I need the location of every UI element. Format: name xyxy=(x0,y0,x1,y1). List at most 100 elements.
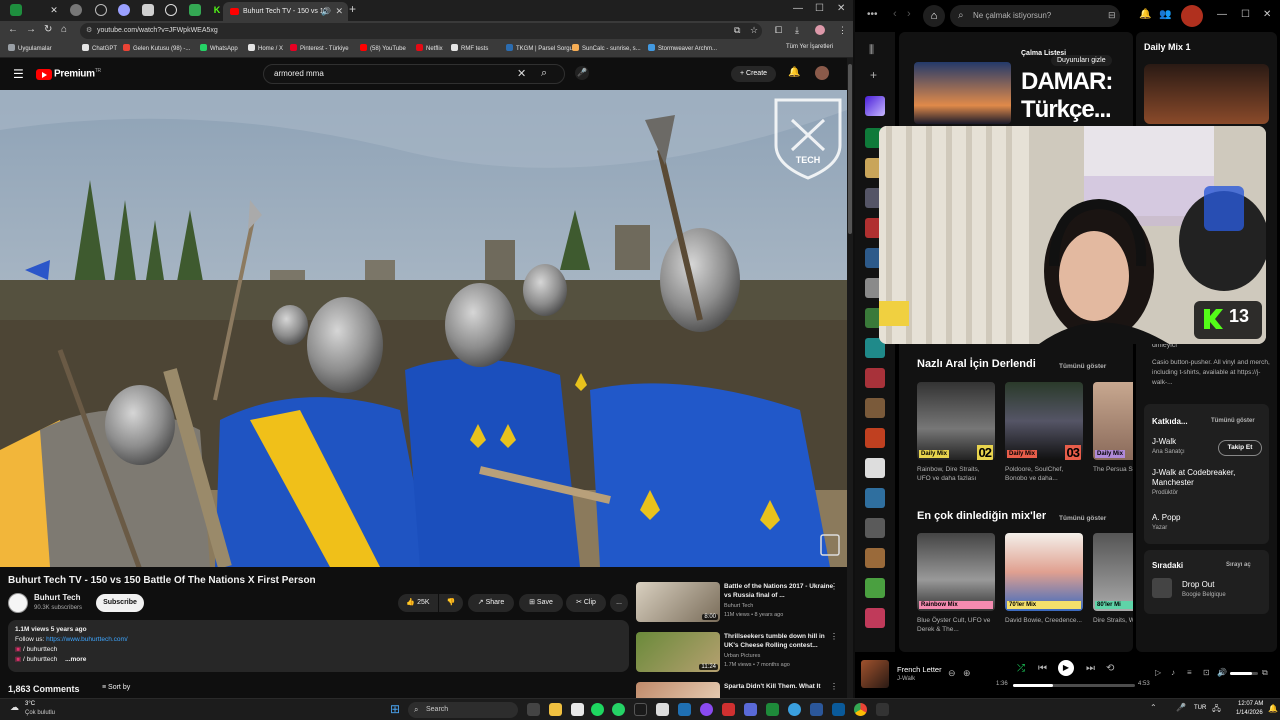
bookmark-item[interactable]: ChatGPT xyxy=(82,44,117,52)
weather-temp[interactable]: 3°C xyxy=(25,701,35,707)
library-icon[interactable]: ⫼ xyxy=(869,44,874,57)
queue-track-title[interactable]: Drop Out xyxy=(1182,580,1214,589)
panel-title[interactable]: Daily Mix 1 xyxy=(1144,42,1191,52)
previous-icon[interactable]: ⏮ xyxy=(1038,663,1047,674)
minimize-icon[interactable]: — xyxy=(793,3,803,14)
bookmark-item[interactable]: Uygulamalar xyxy=(8,44,52,52)
excel-app-icon[interactable] xyxy=(766,703,779,716)
notification-bell-icon[interactable]: 🔔 xyxy=(1268,704,1278,713)
tab-youtube[interactable]: Buhurt Tech TV - 150 vs 15 🔊 ✕ xyxy=(223,2,348,21)
show-all-link[interactable]: Tümünü göster xyxy=(1059,515,1106,522)
library-playlist-thumb[interactable] xyxy=(865,518,885,538)
open-queue-link[interactable]: Sırayı aç xyxy=(1226,562,1251,568)
library-playlist-thumb[interactable] xyxy=(865,368,885,388)
dislike-button[interactable]: 👎 xyxy=(439,594,463,612)
spotify-app-icon[interactable] xyxy=(591,703,604,716)
notepad-icon[interactable] xyxy=(571,703,584,716)
bookmark-item[interactable]: TKGM | Parsel Sorgu... xyxy=(506,44,578,52)
recommended-video[interactable]: Sparta Didn't Kill Them. What It ⋮ xyxy=(636,682,846,698)
sheets-tab-icon[interactable] xyxy=(189,4,201,16)
discord-app-icon[interactable] xyxy=(744,703,757,716)
bookmark-item[interactable]: Stormweaver Archm... xyxy=(648,44,717,52)
sort-comments-button[interactable]: ≡ Sort by xyxy=(102,684,130,691)
site-info-icon[interactable]: ⚙ xyxy=(86,23,92,39)
clip-button[interactable]: ✂ Clip xyxy=(566,594,606,612)
kick-tab-icon[interactable]: K xyxy=(211,4,223,16)
back-icon[interactable]: ← xyxy=(8,24,18,35)
notifications-bell-icon[interactable]: 🔔 xyxy=(788,67,800,78)
microphone-icon[interactable]: 🎤 xyxy=(575,66,589,80)
back-icon[interactable]: ‹ xyxy=(893,8,897,20)
repeat-icon[interactable]: ⟲ xyxy=(1106,663,1114,674)
show-all-link[interactable]: Tümünü göster xyxy=(1059,363,1106,370)
profile-avatar-icon[interactable] xyxy=(815,25,825,35)
bookmark-star-icon[interactable]: ☆ xyxy=(750,25,758,36)
close-window-icon[interactable]: ✕ xyxy=(837,3,845,14)
bookmark-item[interactable]: (58) YouTube xyxy=(360,44,406,52)
devices-icon[interactable]: ⊡ xyxy=(1203,668,1210,677)
avatar[interactable] xyxy=(815,66,829,80)
video-options-icon[interactable]: ⋮ xyxy=(830,632,838,641)
clock-date[interactable]: 1/14/2026 xyxy=(1236,710,1263,716)
bookmark-item[interactable]: Netflix xyxy=(416,44,443,52)
lyrics-icon[interactable]: ♪ xyxy=(1171,668,1175,677)
credit-name[interactable]: J-Walk at Codebreaker, Manchester xyxy=(1152,468,1262,488)
social-link-1[interactable]: ▣ / buhurttech xyxy=(15,645,622,655)
video-options-icon[interactable]: ⋮ xyxy=(830,582,838,591)
hide-announcements-tooltip[interactable]: Duyuruları gizle xyxy=(1051,55,1112,66)
spotify-menu-icon[interactable]: ••• xyxy=(867,9,878,20)
bookmark-item[interactable]: RMF tests xyxy=(451,44,488,52)
video-player[interactable]: TECH xyxy=(0,90,847,567)
volume-slider[interactable] xyxy=(1230,672,1258,675)
browse-icon[interactable]: ⊟ xyxy=(1108,10,1116,21)
terminal-app-icon[interactable] xyxy=(634,703,647,716)
youtube-logo-icon[interactable] xyxy=(36,69,52,80)
weather-icon[interactable]: ☁ xyxy=(10,702,19,713)
library-playlist-thumb[interactable] xyxy=(865,428,885,448)
app-icon[interactable] xyxy=(788,703,801,716)
credit-name[interactable]: A. Popp xyxy=(1152,513,1180,522)
create-playlist-icon[interactable]: + xyxy=(870,68,877,82)
featured-playlist-cover[interactable] xyxy=(914,62,1011,124)
show-all-link[interactable]: Tümünü göster xyxy=(1211,418,1255,424)
chatgpt-tab-icon[interactable] xyxy=(70,4,82,16)
microphone-icon[interactable]: 🎤 xyxy=(1176,703,1186,712)
recommended-video[interactable]: 11:24 Thrillseekers tumble down hill in … xyxy=(636,632,846,676)
maximize-icon[interactable]: ☐ xyxy=(1241,9,1250,20)
google-tab-icon[interactable] xyxy=(165,4,177,16)
maximize-icon[interactable]: ☐ xyxy=(815,3,824,14)
app-icon[interactable] xyxy=(876,703,889,716)
channel-name[interactable]: Buhurt Tech xyxy=(34,593,81,602)
section-title[interactable]: Nazlı Aral İçin Derlendi xyxy=(917,358,1036,370)
credit-name[interactable]: J-Walk xyxy=(1152,437,1176,446)
queue-track-art[interactable] xyxy=(1152,578,1172,598)
bookmark-item[interactable]: Pinterest - Türkiye xyxy=(290,44,349,52)
sheets-tab-icon[interactable] xyxy=(10,4,22,16)
close-tab-icon[interactable]: ✕ xyxy=(335,2,343,21)
extensions-icon[interactable]: ⧠ xyxy=(775,25,782,36)
volume-icon[interactable]: 🔊 xyxy=(1217,668,1227,677)
new-tab-button[interactable]: + xyxy=(349,2,356,16)
bookmark-item[interactable]: SunCalc - sunrise, s... xyxy=(572,44,641,52)
queue-icon[interactable]: ≡ xyxy=(1187,668,1192,677)
queue-track-artist[interactable]: Boogie Belgique xyxy=(1182,592,1226,598)
like-button[interactable]: 👍 25K xyxy=(398,594,438,612)
description-box[interactable]: 1.1M views 5 years ago Follow us: https:… xyxy=(8,620,629,672)
youtube-brand[interactable]: PremiumTR xyxy=(54,68,101,79)
remove-icon[interactable]: ⊖ xyxy=(948,668,956,679)
search-icon[interactable]: ⌕ xyxy=(541,67,547,80)
whatsapp-app-icon[interactable] xyxy=(612,703,625,716)
follow-button[interactable]: Takip Et xyxy=(1218,440,1262,456)
app-icon[interactable] xyxy=(656,703,669,716)
forward-icon[interactable]: → xyxy=(26,24,36,35)
page-scrollbar[interactable] xyxy=(847,58,853,698)
generic-tab-icon[interactable] xyxy=(142,4,154,16)
install-app-icon[interactable]: ⧉ xyxy=(734,25,740,36)
start-menu-icon[interactable]: ⊞ xyxy=(390,703,403,716)
task-view-icon[interactable] xyxy=(527,703,540,716)
mini-player-icon[interactable]: ⧉ xyxy=(1262,668,1268,678)
shuffle-icon[interactable]: ⤮ xyxy=(1017,663,1025,674)
browser-menu-icon[interactable]: ⋮ xyxy=(838,25,847,36)
speaker-icon[interactable]: 🔊 xyxy=(321,2,331,21)
library-playlist-thumb[interactable] xyxy=(865,398,885,418)
